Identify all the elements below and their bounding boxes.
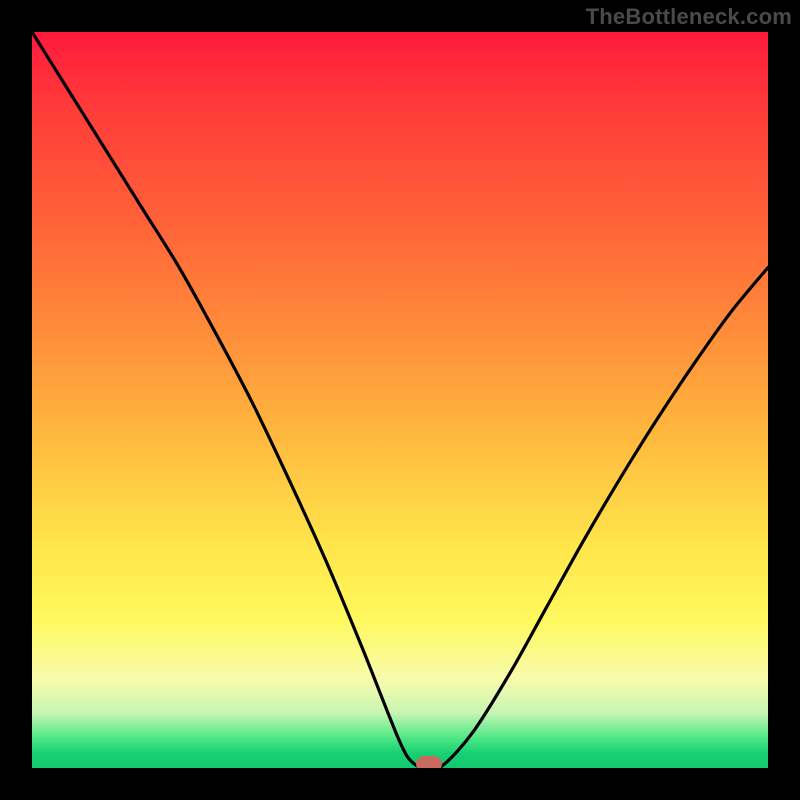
optimal-point-marker: [416, 756, 442, 768]
plot-area: [32, 32, 768, 768]
bottleneck-curve: [32, 32, 768, 768]
watermark-text: TheBottleneck.com: [586, 4, 792, 30]
outer-frame: TheBottleneck.com: [0, 0, 800, 800]
